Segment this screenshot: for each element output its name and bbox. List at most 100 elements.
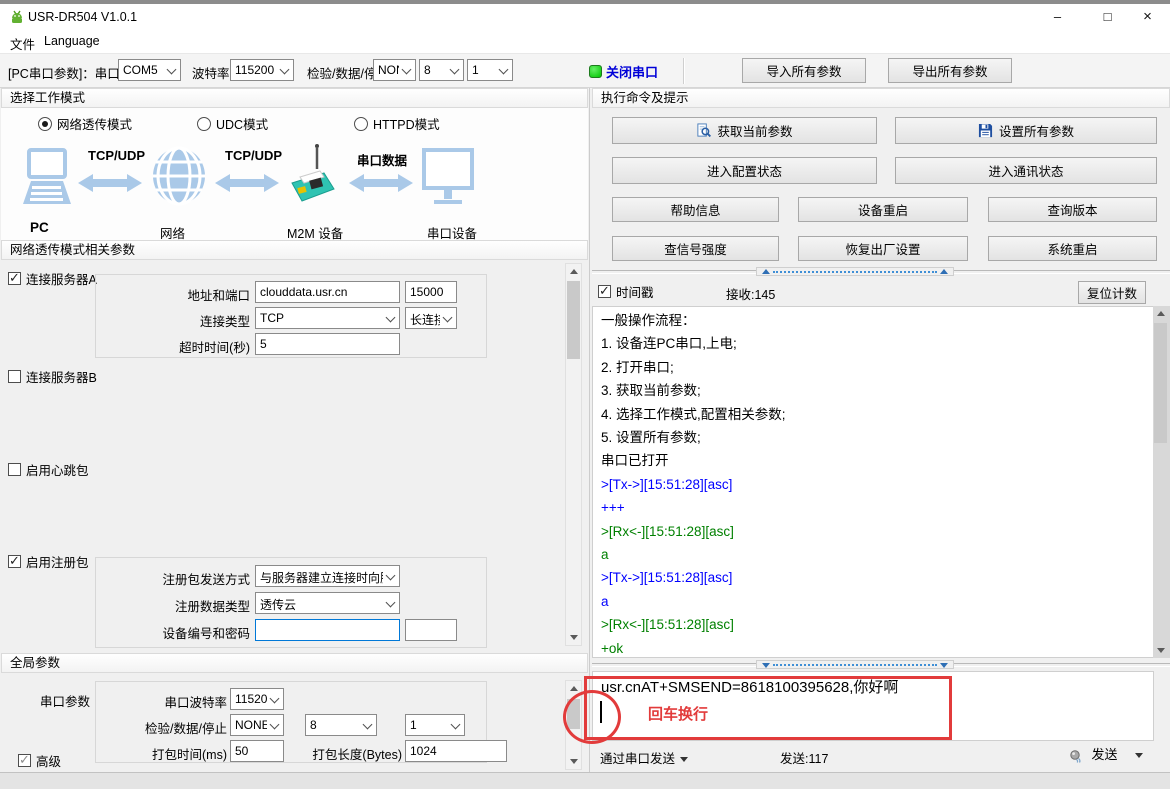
log-line: >[Tx->][15:51:28][asc] <box>593 473 1153 496</box>
close-button[interactable]: × <box>1125 4 1170 30</box>
timeout-input[interactable] <box>255 333 400 355</box>
databits-combo[interactable]: 8 <box>419 59 464 81</box>
scroll-up-icon[interactable] <box>1153 306 1168 321</box>
checkbox-icon[interactable]: ✓ <box>8 555 21 568</box>
radio-icon[interactable] <box>38 117 52 131</box>
checkbox-server-b[interactable]: ✓ 连接服务器B <box>8 367 97 386</box>
stopbits-combo[interactable]: 1 <box>467 59 513 81</box>
checkbox-regpack[interactable]: ✓ 启用注册包 <box>8 552 89 571</box>
checkbox-advanced[interactable]: ✓ 高级 <box>18 751 61 770</box>
scroll-up-icon[interactable] <box>566 264 581 279</box>
log-line: +ok <box>593 637 1153 658</box>
checkbox-icon[interactable]: ✓ <box>8 370 21 383</box>
splitter-handle[interactable] <box>756 267 954 276</box>
regpack-data-type-combo[interactable]: 透传云 <box>255 592 400 614</box>
minimize-button[interactable]: – <box>1035 4 1080 30</box>
collapse-up-icon[interactable] <box>940 269 948 274</box>
import-params-button[interactable]: 导入所有参数 <box>742 58 866 83</box>
radio-label: HTTPD模式 <box>373 114 440 133</box>
send-splitter[interactable] <box>592 660 1170 669</box>
log-line: +++ <box>593 496 1153 519</box>
global-stopbits-combo[interactable]: 1 <box>405 714 465 736</box>
checkbox-icon[interactable]: ✓ <box>18 754 31 767</box>
radio-icon[interactable] <box>197 117 211 131</box>
chevron-down-icon <box>363 720 373 730</box>
reset-counter-button[interactable]: 复位计数 <box>1078 281 1146 304</box>
net-params-scrollbar[interactable] <box>565 263 582 646</box>
scroll-down-icon[interactable] <box>1153 643 1168 658</box>
enter-config-button[interactable]: 进入配置状态 <box>612 157 877 184</box>
radio-icon[interactable] <box>354 117 368 131</box>
scrollbar-thumb[interactable] <box>1154 323 1167 443</box>
com-port-combo[interactable]: COM5 <box>118 59 181 81</box>
server-a-address-input[interactable] <box>255 281 400 303</box>
pack-time-input[interactable] <box>230 740 284 762</box>
collapse-up-icon[interactable] <box>762 269 770 274</box>
checkbox-server-a[interactable]: ✓ 连接服务器A <box>8 269 97 288</box>
menu-language[interactable]: Language <box>44 34 100 48</box>
device-restart-button[interactable]: 设备重启 <box>798 197 968 222</box>
collapse-down-icon[interactable] <box>940 663 948 668</box>
send-button[interactable]: 发送 <box>1068 744 1143 764</box>
recv-counter: 接收:145 <box>726 284 775 303</box>
scrollbar-thumb[interactable] <box>567 699 580 729</box>
help-info-button[interactable]: 帮助信息 <box>612 197 779 222</box>
export-params-button[interactable]: 导出所有参数 <box>888 58 1012 83</box>
checkbox-icon[interactable]: ✓ <box>598 285 611 298</box>
splitter-handle[interactable] <box>756 660 954 669</box>
menu-file[interactable]: 文件 <box>10 34 35 53</box>
scroll-up-icon[interactable] <box>566 681 581 696</box>
radio-udc-mode[interactable]: UDC模式 <box>197 114 268 133</box>
link-label-serial-data: 串口数据 <box>357 150 407 169</box>
radio-net-transparent-mode[interactable]: 网络透传模式 <box>38 114 132 133</box>
dropdown-arrow-icon <box>1135 753 1143 758</box>
baud-combo[interactable]: 115200 <box>230 59 294 81</box>
scroll-down-icon[interactable] <box>566 630 581 645</box>
checkbox-icon[interactable]: ✓ <box>8 463 21 476</box>
device-password-input[interactable] <box>405 619 457 641</box>
titlebar: USR-DR504 V1.0.1 – □ × <box>0 4 1170 30</box>
query-version-button[interactable]: 查询版本 <box>988 197 1157 222</box>
device-id-input[interactable] <box>255 619 400 641</box>
checkbox-heartbeat[interactable]: ✓ 启用心跳包 <box>8 460 89 479</box>
scroll-down-icon[interactable] <box>566 754 581 769</box>
sent-counter: 发送:117 <box>780 748 828 767</box>
log-line: >[Rx<-][15:51:28][asc] <box>593 520 1153 543</box>
pack-time-label: 打包时间(ms) <box>95 744 227 763</box>
send-via-serial-dropdown[interactable]: 通过串口发送 <box>600 748 688 767</box>
log-line: 2. 打开串口; <box>593 356 1153 379</box>
log-output[interactable]: 一般操作流程：1. 设备连PC串口,上电;2. 打开串口;3. 获取当前参数;4… <box>592 306 1154 658</box>
checkbox-label: 高级 <box>36 751 61 770</box>
global-baud-combo[interactable]: 115200 <box>230 688 284 710</box>
system-restart-button[interactable]: 系统重启 <box>988 236 1157 261</box>
radio-httpd-mode[interactable]: HTTPD模式 <box>354 114 440 133</box>
global-parity-combo[interactable]: NONE <box>230 714 284 736</box>
log-splitter[interactable] <box>592 267 1170 276</box>
scrollbar-thumb[interactable] <box>567 281 580 359</box>
global-databits-combo[interactable]: 8 <box>305 714 377 736</box>
log-scrollbar[interactable] <box>1153 306 1170 658</box>
collapse-down-icon[interactable] <box>762 663 770 668</box>
maximize-button[interactable]: □ <box>1085 4 1130 30</box>
regpack-send-mode-combo[interactable]: 与服务器建立连接时向服务 <box>255 565 400 587</box>
conn-type-combo[interactable]: TCP <box>255 307 400 329</box>
set-params-button[interactable]: 设置所有参数 <box>895 117 1157 144</box>
net-params-header: 网络透传模式相关参数 <box>1 240 588 260</box>
get-params-button[interactable]: 获取当前参数 <box>612 117 877 144</box>
global-params-scrollbar[interactable] <box>565 680 582 770</box>
text-cursor <box>600 701 602 723</box>
checkbox-timestamp[interactable]: ✓ 时间戳 <box>598 282 654 301</box>
enter-comm-button[interactable]: 进入通讯状态 <box>895 157 1157 184</box>
addr-port-label: 地址和端口 <box>95 285 250 304</box>
pack-len-input[interactable] <box>405 740 507 762</box>
checkbox-icon[interactable]: ✓ <box>8 272 21 285</box>
query-signal-button[interactable]: 查信号强度 <box>612 236 779 261</box>
factory-reset-button[interactable]: 恢复出厂设置 <box>798 236 968 261</box>
log-line: a <box>593 543 1153 566</box>
parity-combo[interactable]: NONI <box>373 59 416 81</box>
close-serial-button[interactable]: 关闭串口 <box>606 62 658 81</box>
checkbox-label: 启用注册包 <box>26 552 89 571</box>
global-params-header: 全局参数 <box>1 653 588 673</box>
conn-mode-combo[interactable]: 长连接 <box>405 307 457 329</box>
server-a-port-input[interactable] <box>405 281 457 303</box>
